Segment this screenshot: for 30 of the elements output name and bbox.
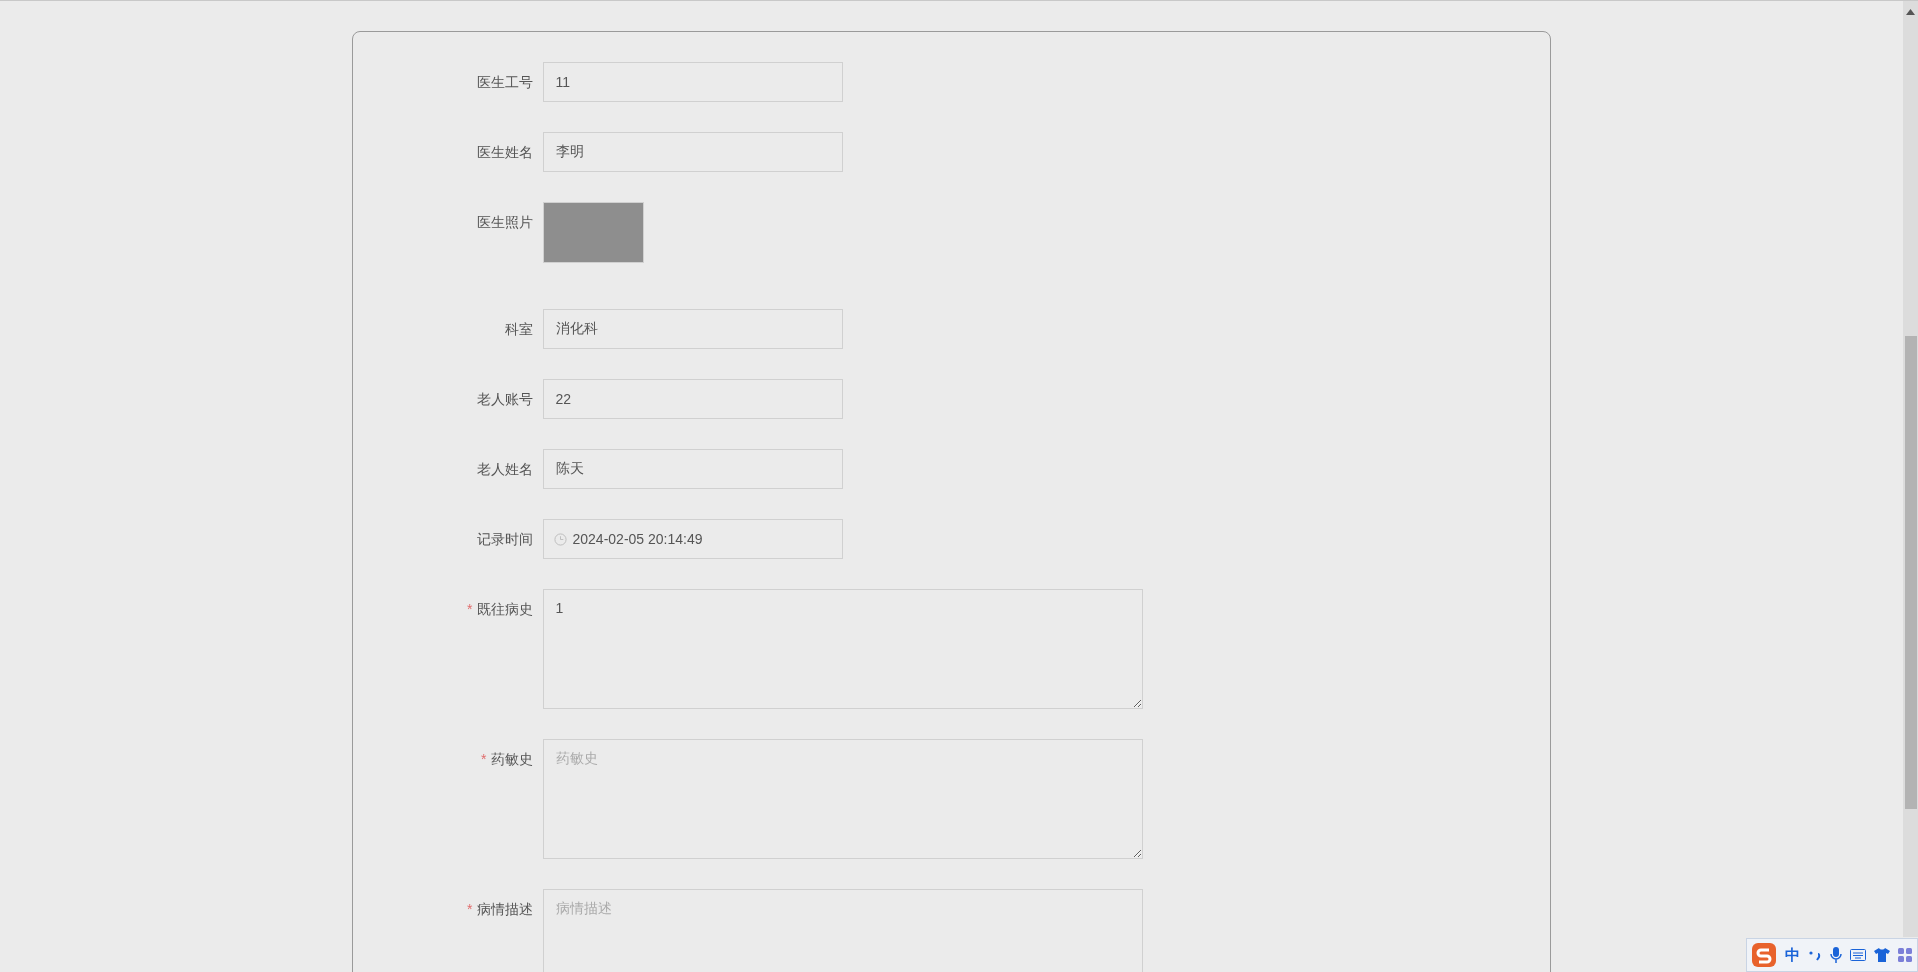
text-field[interactable]: 22 xyxy=(542,379,843,419)
shirt-icon[interactable] xyxy=(1874,948,1890,962)
field-label: 老人姓名 xyxy=(475,460,534,479)
microphone-icon[interactable] xyxy=(1830,947,1842,963)
text-field[interactable]: 陈天 xyxy=(542,449,843,489)
field-label: 记录时间 xyxy=(475,530,534,549)
text-area[interactable]: 病情描述 xyxy=(542,889,1143,972)
scrollbar[interactable] xyxy=(1903,1,1918,937)
scroll-up-icon[interactable] xyxy=(1906,9,1915,15)
clock-icon xyxy=(553,532,567,546)
field-label: 医生照片 xyxy=(475,213,534,232)
field-label: 老人账号 xyxy=(475,390,534,409)
field-label: 医生姓名 xyxy=(475,143,534,162)
input-mode-toggle[interactable]: 中 xyxy=(1785,945,1800,965)
text-field[interactable]: 李明 xyxy=(542,132,843,172)
date-time-field[interactable]: 2024-02-05 20:14:49 xyxy=(542,519,843,559)
field-label: * 药敏史 xyxy=(480,750,534,769)
text-field[interactable]: 消化科 xyxy=(542,309,843,349)
text-area[interactable]: 药敏史 xyxy=(542,739,1143,859)
logo-icon[interactable] xyxy=(1751,942,1777,968)
field-label: * 病情描述 xyxy=(466,900,534,919)
date-time-value: 2024-02-05 20:14:49 xyxy=(572,531,703,547)
field-label: 科室 xyxy=(503,320,534,339)
field-label: 医生工号 xyxy=(475,73,534,92)
scrollbar-thumb[interactable] xyxy=(1905,336,1917,809)
grid-icon[interactable] xyxy=(1898,948,1912,962)
field-label: * 既往病史 xyxy=(466,600,534,619)
keyboard-icon[interactable] xyxy=(1850,949,1866,961)
text-area[interactable]: 1 xyxy=(542,589,1143,709)
text-field[interactable]: 11 xyxy=(542,62,843,102)
